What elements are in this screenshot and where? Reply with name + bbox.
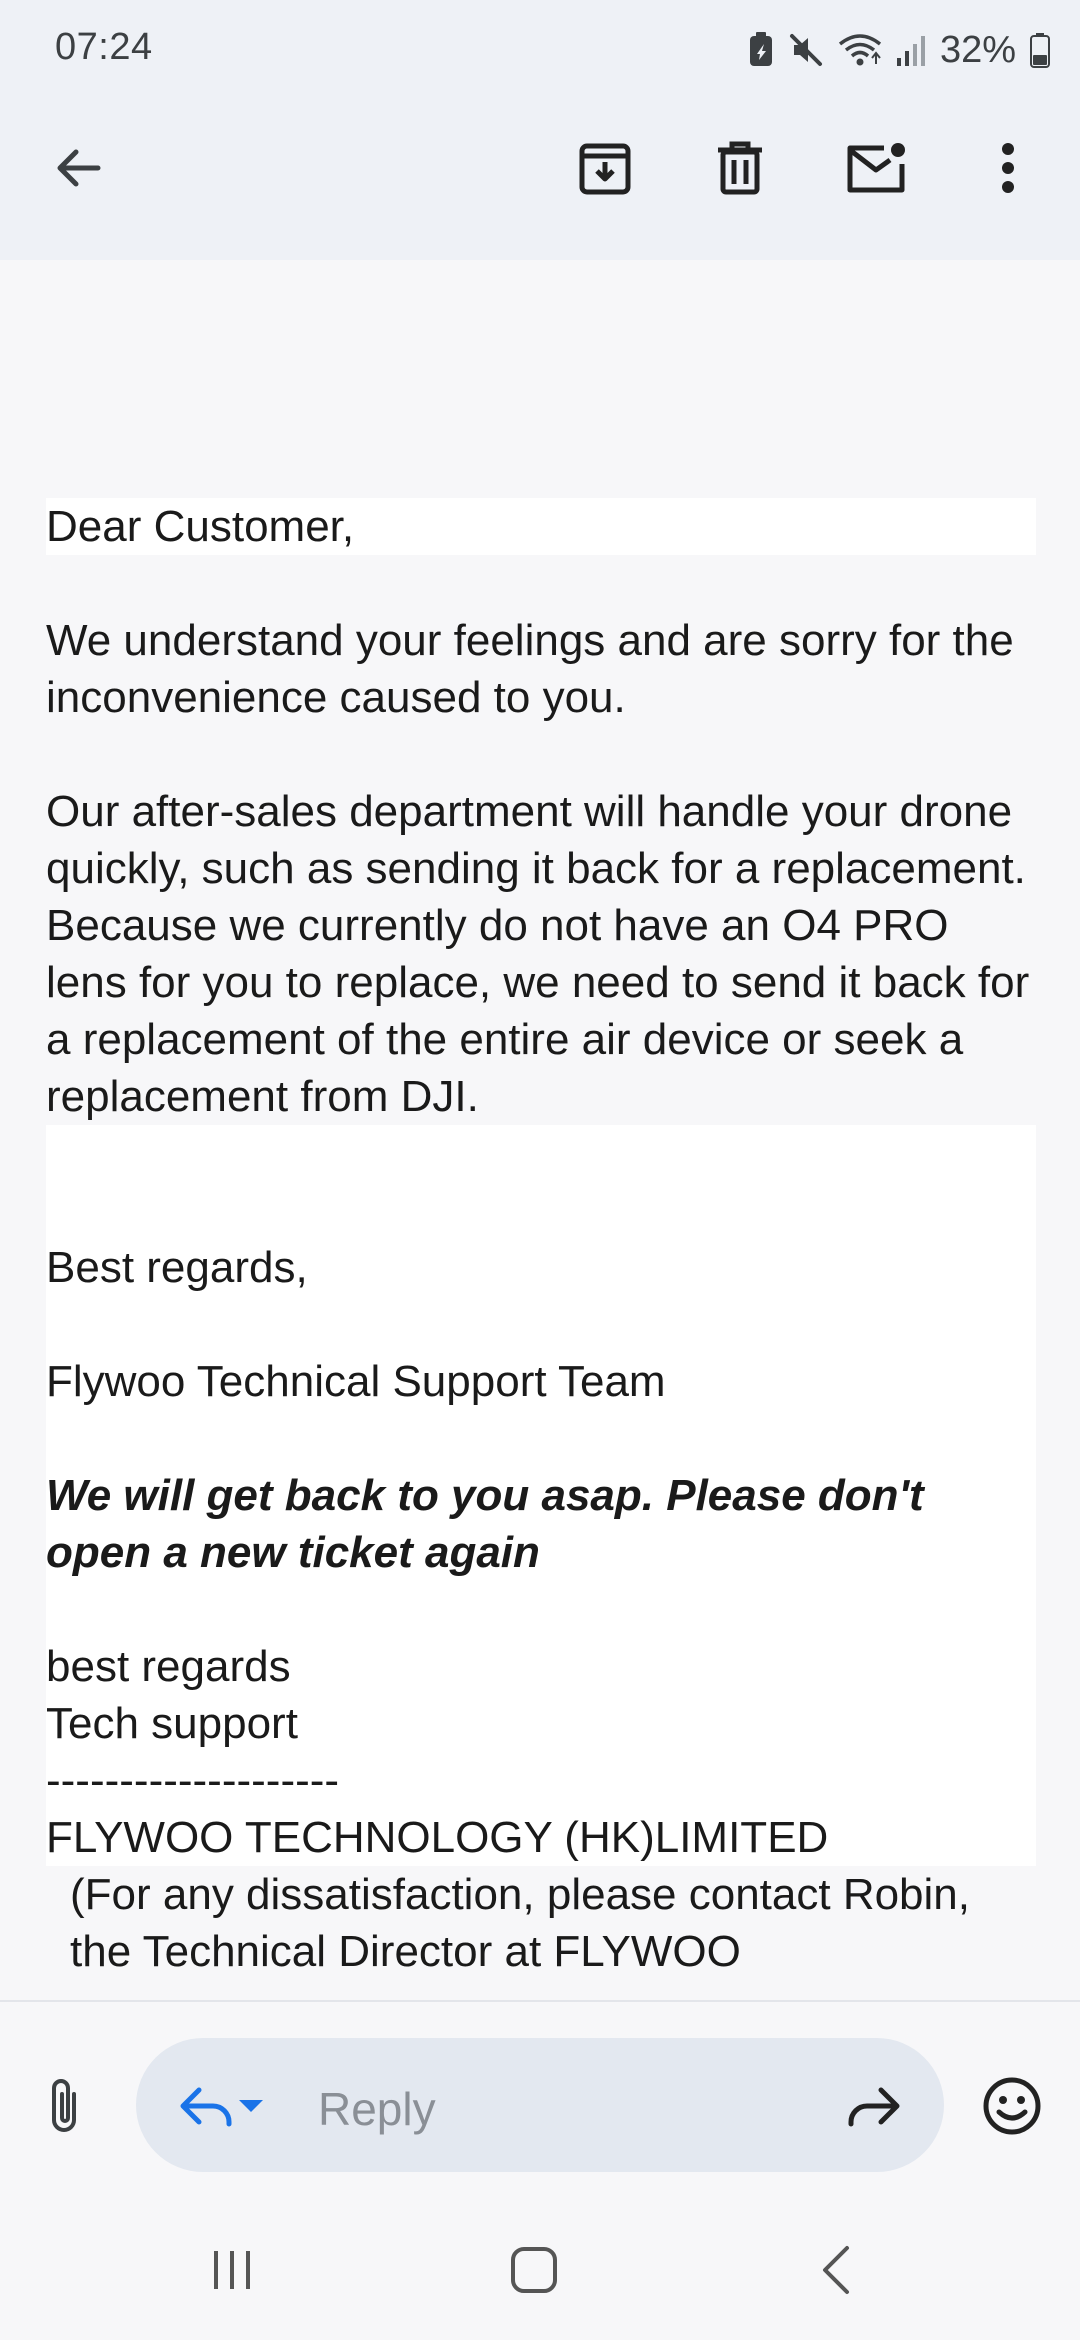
archive-icon [579,143,631,195]
mute-icon [788,32,824,68]
signature-divider: -------------------- [46,1756,340,1805]
battery-saver-icon [748,32,774,68]
mail-unread-icon [847,143,905,193]
more-vert-icon [1002,143,1014,193]
status-time: 07:24 [55,26,153,68]
company-name: FLYWOO TECHNOLOGY (HK)LIMITED [46,1813,829,1862]
trash-icon [718,141,762,195]
contact-note-continued: the Technical Director at FLYWOO [70,1927,741,1976]
caret-down-icon [239,2100,263,2112]
team-name: Flywoo Technical Support Team [46,1357,666,1406]
ticket-notice: We will get back to you asap. Please don… [46,1471,924,1577]
home-button[interactable] [474,2220,594,2320]
signal-icon [896,32,926,68]
reply-field[interactable]: Reply [136,2038,944,2172]
arrow-back-icon [57,149,101,187]
home-icon [511,2247,557,2293]
greeting: Dear Customer, [46,498,1036,555]
emoji-button[interactable] [964,2058,1060,2154]
closing: Best regards, [46,1243,308,1292]
recents-icon [214,2251,250,2289]
nav-back-icon [823,2246,849,2294]
delete-button[interactable] [692,120,788,216]
paragraph-apology: We understand your feelings and are sorr… [46,616,1014,722]
recents-button[interactable] [172,2220,292,2320]
reply-options-dropdown[interactable] [226,2058,276,2154]
reply-placeholder: Reply [318,2083,436,2135]
system-back-button[interactable] [776,2220,896,2320]
paragraph-after-sales: Our after-sales department will handle y… [46,787,1030,1121]
signature-line-2: Tech support [46,1699,298,1748]
reply-bar: Reply [0,2000,1080,2200]
archive-button[interactable] [557,120,653,216]
status-bar: 07:24 32% [0,0,1080,100]
emoji-icon [983,2077,1041,2135]
email-toolbar [0,100,1080,260]
wifi-icon [838,32,882,68]
forward-icon [848,2087,900,2127]
paperclip-icon [52,2079,76,2132]
contact-note: (For any dissatisfaction, please contact… [70,1870,971,1919]
status-icons: 32% [748,24,1050,76]
message-content: Dear Customer, We understand your feelin… [46,498,1036,1980]
more-options-button[interactable] [960,120,1056,216]
reply-icon [180,2087,232,2127]
signature-line-1: best regards [46,1642,291,1691]
battery-percentage: 32% [939,28,1016,71]
back-button[interactable] [30,120,126,216]
message-body: Dear Customer, We understand your feelin… [0,260,1080,2000]
system-nav-bar [0,2200,1080,2340]
battery-icon [1030,32,1050,68]
forward-button[interactable] [826,2058,922,2154]
attach-button[interactable] [16,2058,112,2154]
mark-unread-button[interactable] [828,120,924,216]
